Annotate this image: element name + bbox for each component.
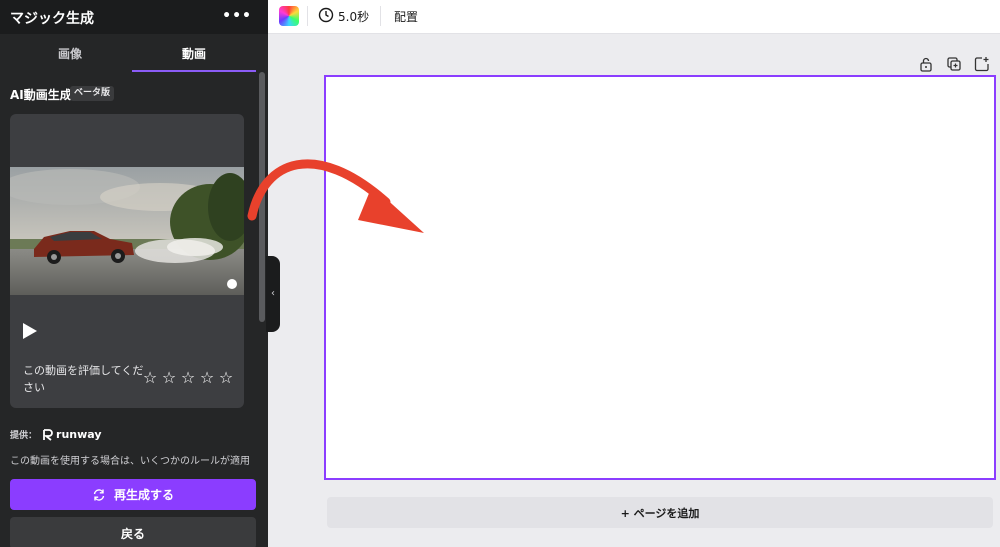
- color-picker-icon[interactable]: [279, 6, 299, 26]
- annotation-arrow-icon: [247, 159, 424, 233]
- panel-title: マジック生成: [10, 11, 94, 27]
- section-title: AI動画生成: [10, 88, 72, 102]
- lock-icon[interactable]: [918, 56, 934, 72]
- star-rating: ☆ ☆ ☆ ☆ ☆: [142, 370, 234, 386]
- star-outline-icon[interactable]: ☆: [161, 370, 177, 386]
- tab-video[interactable]: 動画: [132, 34, 256, 72]
- add-page-icon[interactable]: [974, 56, 990, 72]
- regenerate-label: 再生成する: [113, 488, 174, 502]
- tab-bar: 画像 動画: [0, 34, 268, 72]
- tab-images[interactable]: 画像: [8, 34, 132, 72]
- chevron-left-icon[interactable]: ‹: [266, 256, 280, 332]
- star-outline-icon[interactable]: ☆: [199, 370, 215, 386]
- refresh-icon: [93, 488, 105, 501]
- toolbar-divider: [380, 6, 381, 26]
- rating-prompt: この動画を評価してください: [23, 364, 144, 394]
- provider-prefix: 提供：: [10, 431, 38, 441]
- top-toolbar: 5.0秒 配置: [268, 0, 1000, 34]
- provider-credit: 提供： runway: [10, 428, 102, 441]
- duration-value[interactable]: 5.0秒: [338, 8, 369, 25]
- regenerate-button[interactable]: 再生成する: [10, 479, 256, 510]
- back-label: 戻る: [120, 526, 145, 541]
- panel-header: マジック生成 •••: [0, 0, 268, 34]
- star-outline-icon[interactable]: ☆: [180, 370, 196, 386]
- more-dots-icon[interactable]: •••: [222, 8, 252, 24]
- back-button[interactable]: 戻る: [10, 517, 256, 547]
- beta-badge: ベータ版: [70, 86, 115, 101]
- star-outline-icon[interactable]: ☆: [142, 370, 158, 386]
- magic-generate-panel: マジック生成 ••• 画像 動画 AI動画生成 ベータ版 この動画を評価してくだ…: [0, 0, 268, 547]
- add-page-button[interactable]: + ページを追加: [327, 497, 993, 528]
- canvas-page[interactable]: [324, 75, 996, 480]
- star-outline-icon[interactable]: ☆: [218, 370, 234, 386]
- usage-notice: この動画を使用する場合は、いくつかのルールが適用: [10, 456, 250, 467]
- arrange-button[interactable]: 配置: [394, 8, 418, 25]
- runway-logo-icon: [43, 428, 53, 441]
- active-tab-indicator: [132, 70, 256, 72]
- play-icon[interactable]: [22, 322, 38, 340]
- video-thumbnail[interactable]: [10, 167, 244, 295]
- provider-name: runway: [56, 428, 102, 441]
- duplicate-icon[interactable]: [946, 56, 962, 72]
- toolbar-divider: [307, 6, 308, 26]
- clock-icon[interactable]: [318, 7, 334, 23]
- video-result-card: この動画を評価してください ☆ ☆ ☆ ☆ ☆: [10, 114, 244, 408]
